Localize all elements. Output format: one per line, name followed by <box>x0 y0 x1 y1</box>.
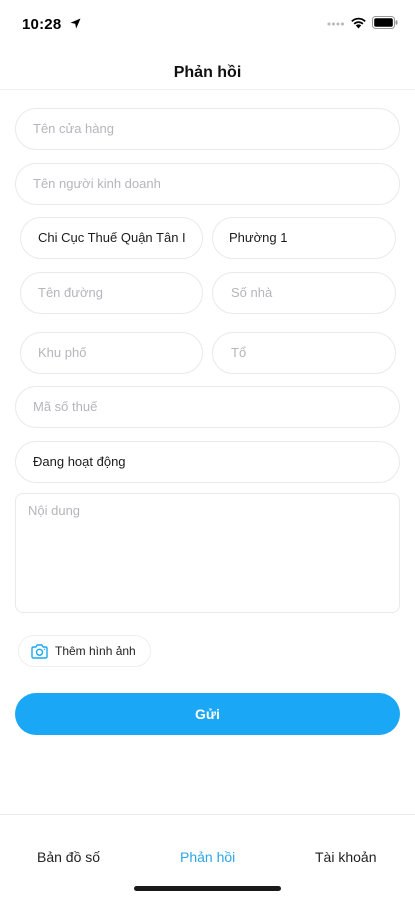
quarter-input[interactable]: Khu phố <box>20 332 203 374</box>
status-bar: 10:28 <box>0 0 415 48</box>
group-input[interactable]: Tổ <box>212 332 396 374</box>
page-title: Phản hồi <box>173 64 242 81</box>
tax-code-input[interactable]: Mã số thuế <box>15 386 400 428</box>
tab-feedback[interactable]: Phản hồi <box>180 849 235 865</box>
battery-icon <box>372 16 398 29</box>
wifi-icon <box>351 17 366 29</box>
store-name-input[interactable]: Tên cửa hàng <box>15 108 400 150</box>
add-image-button[interactable]: Thêm hình ảnh <box>18 635 151 667</box>
nav-bar: Phản hồi <box>0 54 415 90</box>
status-time: 10:28 <box>22 16 62 33</box>
home-indicator <box>134 886 281 891</box>
tax-office-select[interactable]: Chi Cục Thuế Quận Tân I <box>20 217 203 259</box>
ward-select[interactable]: Phường 1 <box>212 217 396 259</box>
signal-icon <box>327 22 344 26</box>
content-textarea[interactable]: Nội dung <box>15 493 400 613</box>
house-number-input[interactable]: Số nhà <box>212 272 396 314</box>
status-select[interactable]: Đang hoạt động <box>15 441 400 483</box>
camera-icon <box>31 643 48 659</box>
street-input[interactable]: Tên đường <box>20 272 203 314</box>
owner-name-input[interactable]: Tên người kinh doanh <box>15 163 400 205</box>
tab-digital-map[interactable]: Bản đồ số <box>37 849 100 865</box>
submit-button[interactable]: Gửi <box>15 693 400 735</box>
add-image-label: Thêm hình ảnh <box>55 644 136 658</box>
tab-account[interactable]: Tài khoản <box>315 849 376 865</box>
location-arrow-icon <box>70 18 81 29</box>
